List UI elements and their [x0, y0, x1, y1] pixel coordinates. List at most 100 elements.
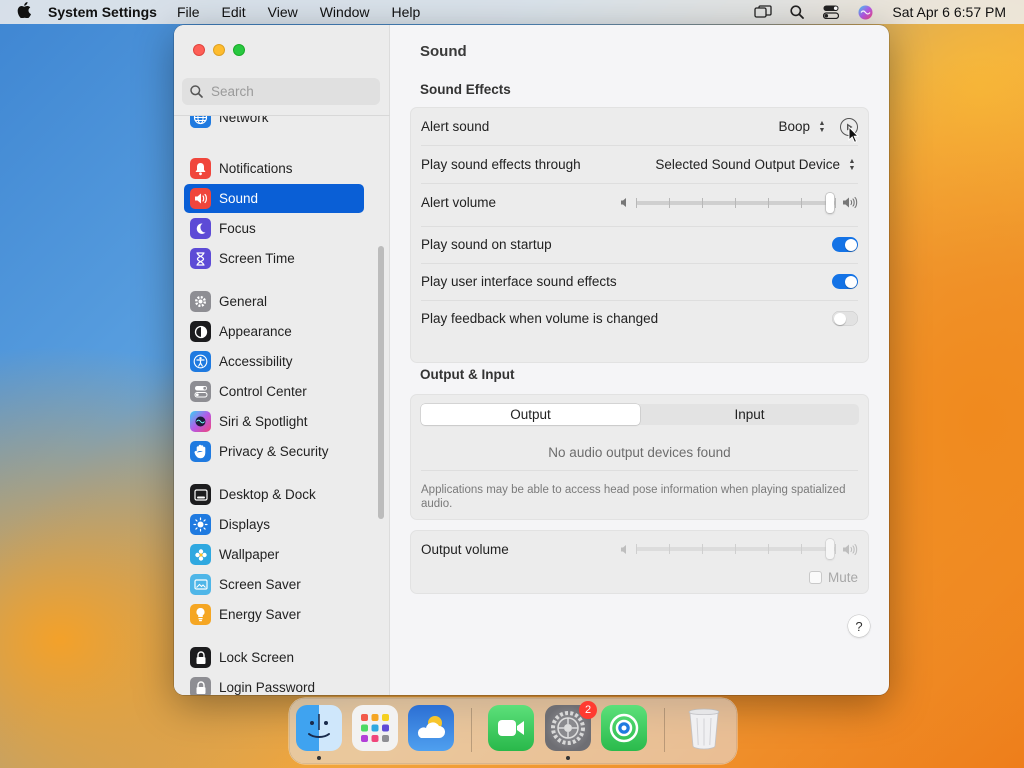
sidebar-item-screen-time[interactable]: Screen Time [184, 244, 364, 273]
sidebar-item-control-center[interactable]: Control Center [184, 377, 364, 406]
startup-sound-toggle[interactable] [832, 237, 858, 252]
control-center-icon[interactable] [814, 0, 848, 24]
running-indicator [317, 756, 321, 760]
mute-row: Mute [421, 562, 858, 592]
chevron-updown-icon: ▲ ▼ [818, 119, 826, 134]
search-icon [190, 85, 203, 98]
sidebar-item-displays[interactable]: Displays [184, 510, 364, 539]
volume-tick [768, 197, 769, 208]
dock-trash[interactable] [681, 705, 727, 751]
play-through-popup[interactable]: Selected Sound Output Device ▲ ▼ [655, 157, 858, 173]
section-title-output-input: Output & Input [420, 367, 515, 382]
volume-track[interactable] [636, 539, 836, 559]
sidebar-item-sound[interactable]: Sound [184, 184, 364, 213]
no-devices-message: No audio output devices found [548, 445, 731, 460]
menu-view[interactable]: View [268, 4, 298, 20]
sidebar-list: Network Notifications Sound Focus Screen… [174, 115, 390, 695]
sidebar-item-login-password[interactable]: Login Password [184, 673, 364, 695]
dock-launchpad[interactable] [352, 705, 398, 751]
ui-sounds-row: Play user interface sound effects [421, 263, 858, 300]
sidebar-item-desktop-dock[interactable]: Desktop & Dock [184, 480, 364, 509]
sidebar-item-privacy-security[interactable]: Privacy & Security [184, 437, 364, 466]
hand-icon [190, 441, 211, 462]
output-input-group: Output Input No audio output devices fou… [410, 394, 869, 520]
lock-icon [190, 677, 211, 695]
minimize-button[interactable] [213, 44, 225, 56]
volume-feedback-toggle[interactable] [832, 311, 858, 326]
volume-knob[interactable] [826, 539, 834, 559]
sidebar-item-screen-saver[interactable]: Screen Saver [184, 570, 364, 599]
sidebar-item-label: Privacy & Security [219, 444, 329, 459]
screen-mirroring-icon[interactable] [746, 0, 780, 24]
sidebar-item-general[interactable]: General [184, 287, 364, 316]
volume-low-icon [621, 198, 626, 207]
menu-file[interactable]: File [177, 4, 200, 20]
toggle-knob [833, 312, 846, 325]
sidebar-item-network[interactable]: Network [184, 116, 364, 132]
menu-edit[interactable]: Edit [222, 4, 246, 20]
finder-icon [308, 714, 330, 738]
siri-icon[interactable] [848, 0, 882, 24]
globe-icon [190, 116, 211, 128]
sidebar-item-siri-spotlight[interactable]: Siri & Spotlight [184, 407, 364, 436]
alert-volume-slider[interactable] [620, 192, 858, 213]
menu-clock[interactable]: Sat Apr 6 6:57 PM [892, 4, 1006, 20]
sidebar-scrollbar[interactable] [378, 246, 384, 519]
menu-window[interactable]: Window [320, 4, 370, 20]
sidebar-item-notifications[interactable]: Notifications [184, 154, 364, 183]
volume-track[interactable] [636, 192, 836, 213]
volume-tick [801, 197, 802, 208]
sidebar-item-energy-saver[interactable]: Energy Saver [184, 600, 364, 629]
section-title-sound-effects: Sound Effects [420, 82, 511, 97]
gear-icon [190, 291, 211, 312]
search-field[interactable]: Search [182, 78, 380, 105]
ui-sounds-toggle[interactable] [832, 274, 858, 289]
volume-knob[interactable] [826, 192, 834, 213]
speaker-icon [190, 188, 211, 209]
ui-sounds-label: Play user interface sound effects [421, 274, 617, 289]
volume-tick [768, 544, 769, 554]
mute-checkbox[interactable]: Mute [808, 570, 858, 585]
dock-facetime[interactable] [488, 705, 534, 751]
menu-app-name[interactable]: System Settings [48, 4, 157, 20]
weather-icon [417, 716, 445, 738]
apple-menu-icon[interactable] [0, 1, 48, 23]
notification-badge: 2 [579, 701, 597, 719]
menu-bar: System Settings File Edit View Window He… [0, 0, 1024, 24]
sidebar-item-appearance[interactable]: Appearance [184, 317, 364, 346]
tab-input[interactable]: Input [640, 404, 859, 425]
search-placeholder: Search [211, 84, 254, 99]
dock-find-my[interactable] [601, 705, 647, 751]
sidebar-item-focus[interactable]: Focus [184, 214, 364, 243]
sidebar-item-lock-screen[interactable]: Lock Screen [184, 643, 364, 672]
spotlight-search-icon[interactable] [780, 0, 814, 24]
sidebar-item-accessibility[interactable]: Accessibility [184, 347, 364, 376]
sidebar-item-label: Wallpaper [219, 547, 280, 562]
alert-sound-value: Boop [778, 119, 810, 134]
bell-icon [190, 158, 211, 179]
checkbox-box [808, 570, 822, 584]
zoom-button[interactable] [233, 44, 245, 56]
volume-tick [669, 197, 670, 208]
dock-finder[interactable] [296, 705, 342, 751]
dock-system-settings[interactable]: 2 [545, 701, 597, 751]
startup-sound-label: Play sound on startup [421, 237, 552, 252]
lock-icon [190, 647, 211, 668]
volume-high-icon [843, 543, 858, 555]
sidebar-item-label: Screen Saver [219, 577, 301, 592]
sidebar-item-label: Energy Saver [219, 607, 301, 622]
dock-separator [664, 708, 665, 752]
output-volume-slider[interactable] [620, 539, 858, 559]
sidebar-item-wallpaper[interactable]: Wallpaper [184, 540, 364, 569]
volume-tick [735, 544, 736, 554]
help-button[interactable]: ? [848, 615, 870, 637]
sidebar-item-label: Control Center [219, 384, 307, 399]
startup-sound-row: Play sound on startup [421, 226, 858, 263]
sidebar: Search Network Notifications Sound Focus… [174, 25, 390, 695]
menu-help[interactable]: Help [392, 4, 421, 20]
close-button[interactable] [193, 44, 205, 56]
tab-output[interactable]: Output [421, 404, 640, 425]
find-my-icon [609, 713, 639, 743]
alert-sound-popup[interactable]: Boop ▲ ▼ [778, 119, 828, 135]
dock-weather[interactable] [408, 705, 454, 751]
